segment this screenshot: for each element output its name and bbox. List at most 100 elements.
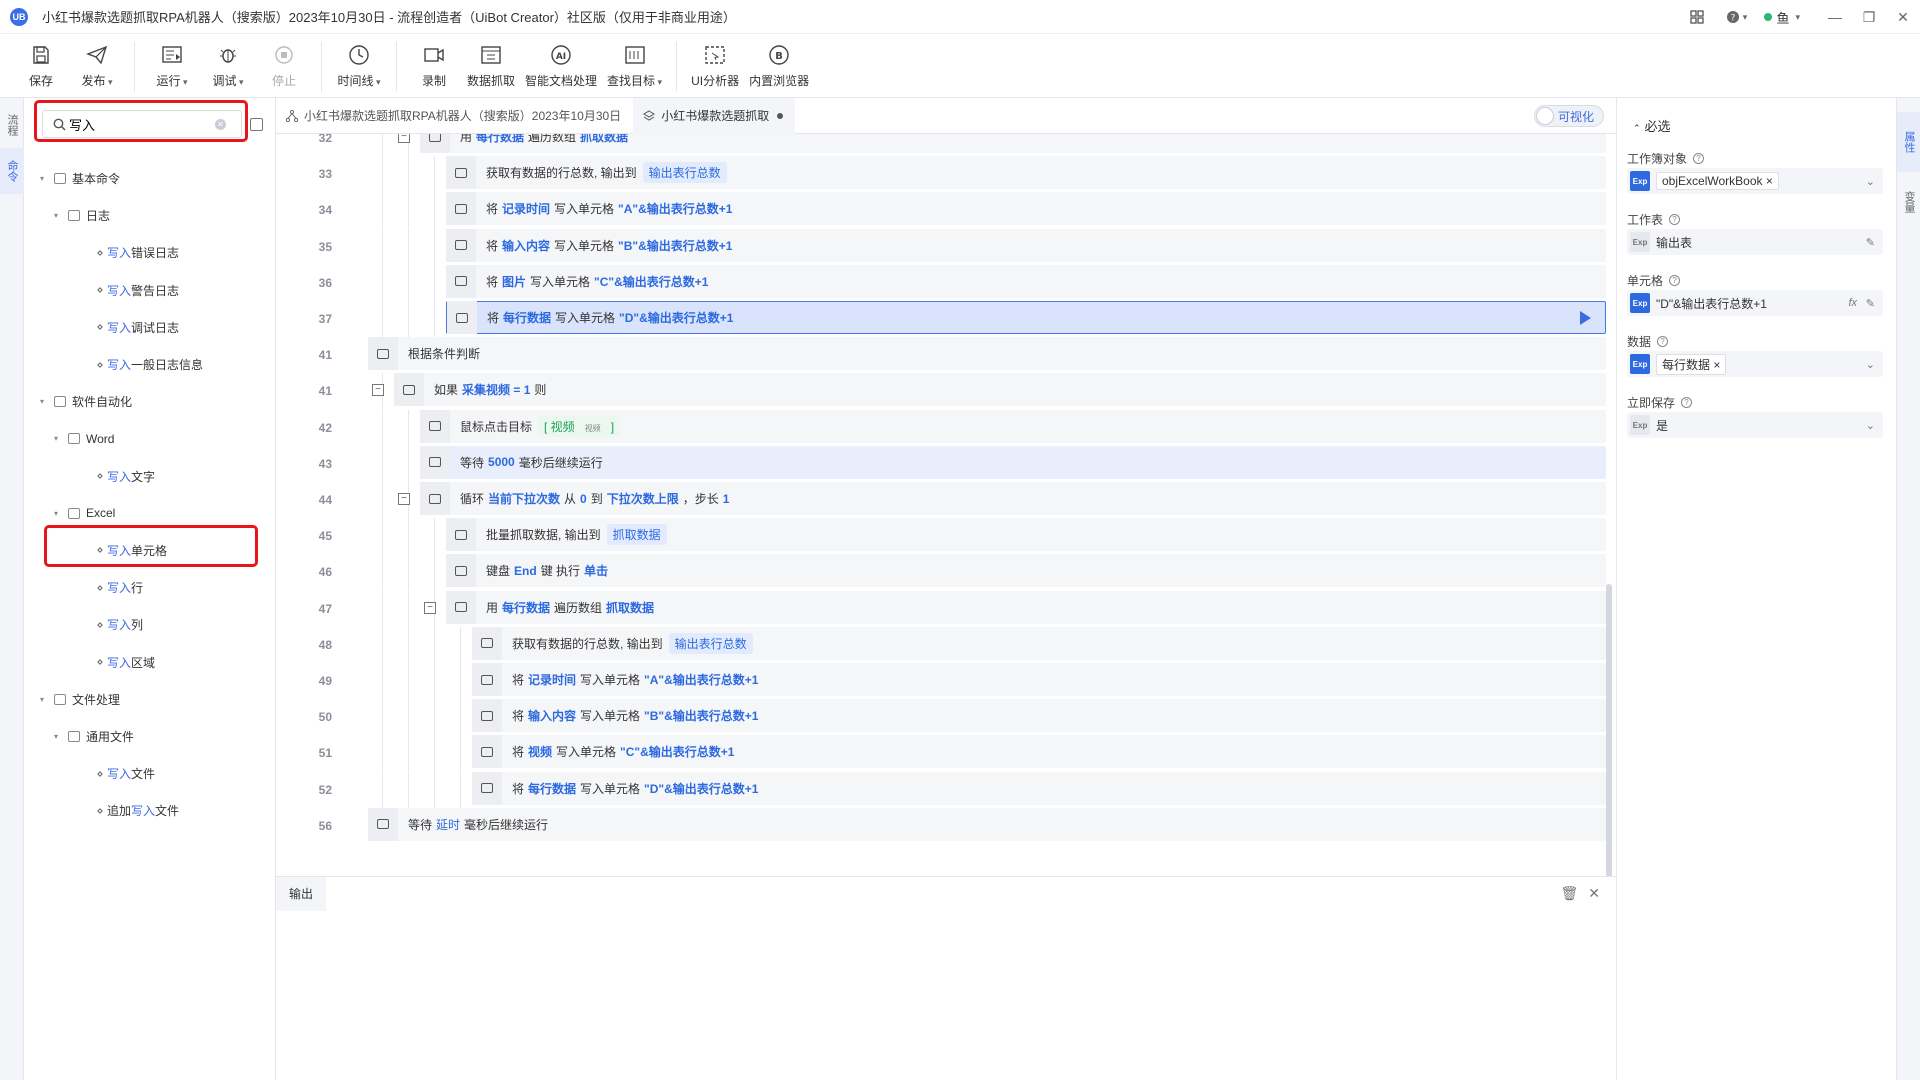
command-block[interactable]: 根据条件判断 — [368, 337, 1606, 371]
collapse-toggle-icon[interactable]: − — [398, 493, 410, 505]
help-icon[interactable]: ? ▾ — [1714, 0, 1758, 34]
tree-category[interactable]: ▾ 日志 — [24, 197, 276, 234]
toolbar-debug-button[interactable]: 调试 — [205, 34, 251, 89]
chevron-down-icon[interactable]: ⌄ — [1866, 175, 1875, 188]
rail-tab-flow[interactable]: 流程 — [0, 102, 24, 148]
expression-toggle[interactable]: Exp — [1630, 293, 1650, 313]
prop-field[interactable]: Exp 是 ⌄ — [1627, 412, 1883, 438]
formula-icon[interactable]: fx — [1848, 297, 1857, 309]
code-row[interactable]: 48 获取有数据的行总数, 输出到 输出表行总数 — [276, 626, 1606, 663]
tree-command-item[interactable]: 写入 调试日志 — [24, 309, 276, 346]
code-row[interactable]: 33 获取有数据的行总数, 输出到 输出表行总数 — [276, 156, 1606, 193]
apps-grid-icon[interactable] — [1680, 0, 1714, 34]
toolbar-record-button[interactable]: 录制 — [411, 34, 457, 89]
command-block[interactable]: 批量抓取数据, 输出到 抓取数据 — [446, 518, 1606, 552]
command-block[interactable]: 获取有数据的行总数, 输出到 输出表行总数 — [446, 156, 1606, 190]
code-row[interactable]: 47− 用每行数据 遍历数组 抓取数据 — [276, 590, 1606, 627]
help-icon[interactable]: ? — [1657, 336, 1669, 347]
tree-command-item[interactable]: 写入 警告日志 — [24, 272, 276, 309]
command-block[interactable]: 等待 5000 毫秒后继续运行 — [420, 445, 1606, 479]
code-row[interactable]: 43 等待 5000 毫秒后继续运行 — [276, 445, 1606, 482]
code-row[interactable]: 52 将每行数据 写入单元格 "D"&输出表行总数+1 — [276, 771, 1606, 808]
collapse-toggle-icon[interactable]: − — [398, 134, 410, 143]
chevron-down-icon[interactable]: ▾ — [54, 211, 64, 220]
command-block[interactable]: 鼠标点击目标 [ 视频 视频] — [420, 409, 1606, 443]
trash-icon[interactable]: 🗑 — [1560, 885, 1578, 902]
command-block[interactable]: 用每行数据 遍历数组 抓取数据 — [446, 590, 1606, 624]
code-row[interactable]: 50 将输入内容 写入单元格 "B"&输出表行总数+1 — [276, 699, 1606, 736]
command-block[interactable]: 等待 延时 毫秒后继续运行 — [368, 807, 1606, 841]
collapse-toggle-icon[interactable]: − — [424, 601, 436, 614]
code-row[interactable]: 45 批量抓取数据, 输出到 抓取数据 — [276, 518, 1606, 555]
toolbar-save-button[interactable]: 保存 — [18, 34, 64, 89]
command-block[interactable]: 循环 当前下拉次数从 0 到下拉次数上限 ，步长 1 — [420, 482, 1606, 515]
code-row[interactable]: 51 将视频 写入单元格 "C"&输出表行总数+1 — [276, 735, 1606, 772]
code-row[interactable]: 34 将记录时间 写入单元格 "A"&输出表行总数+1 — [276, 192, 1606, 229]
code-row[interactable]: 49 将记录时间 写入单元格 "A"&输出表行总数+1 — [276, 663, 1606, 699]
prop-field[interactable]: Exp "D"&输出表行总数+1 fx ✎ — [1627, 290, 1883, 316]
user-menu[interactable]: 鱼 ▾ — [1764, 8, 1800, 27]
toolbar-target-button[interactable]: 查找目标 — [607, 34, 662, 89]
code-row[interactable]: 42 鼠标点击目标 [ 视频 视频] — [276, 409, 1606, 446]
code-row[interactable]: 32 − 用每行数据 遍历数组 抓取数据 — [276, 134, 1606, 156]
tree-command-item[interactable]: 写入 错误日志 — [24, 234, 276, 271]
value-chip[interactable]: objExcelWorkBook × — [1656, 172, 1779, 190]
chevron-down-icon[interactable]: ▾ — [40, 695, 50, 704]
flow-code-editor[interactable]: 32− 用每行数据 遍历数组 抓取数据 33 获取有数据的行总数, 输出到 输出表行总数 34… — [276, 134, 1616, 874]
chevron-down-icon[interactable]: ▾ — [40, 174, 50, 183]
tab-scrape-flow[interactable]: 小红书爆款选题抓取 — [633, 97, 796, 134]
tree-command-item[interactable]: 写入 区域 — [24, 643, 276, 680]
command-block[interactable]: 将输入内容 写入单元格 "B"&输出表行总数+1 — [472, 699, 1606, 733]
tree-command-item[interactable]: 追加 写入 文件 — [24, 792, 276, 829]
edit-icon[interactable]: ✎ — [1866, 236, 1875, 249]
expression-toggle[interactable]: Exp — [1630, 171, 1650, 191]
tree-command-item[interactable]: 写入 文件 — [24, 755, 276, 792]
visualize-toggle[interactable]: 可视化 — [1534, 105, 1604, 127]
code-row[interactable]: 56 等待 延时 毫秒后继续运行 — [276, 807, 1606, 844]
command-block[interactable]: 将每行数据 写入单元格 "D"&输出表行总数+1 — [446, 301, 1606, 334]
toolbar-send-button[interactable]: 发布 — [74, 34, 120, 89]
tree-category[interactable]: ▾ Word — [24, 420, 276, 457]
chevron-down-icon[interactable]: ⌄ — [1866, 419, 1875, 432]
tree-command-item[interactable]: 写入行 — [24, 569, 276, 606]
chevron-down-icon[interactable]: ▾ — [40, 397, 50, 406]
toolbar-ai-doc-button[interactable]: AI 智能文档处理 — [525, 34, 597, 89]
prop-field[interactable]: Exp objExcelWorkBook × ⌄ — [1627, 168, 1883, 194]
chevron-down-icon[interactable]: ⌄ — [1866, 358, 1875, 371]
section-required[interactable]: ⌃ 必选 — [1633, 116, 1671, 135]
expression-toggle[interactable]: Exp — [1630, 415, 1650, 435]
code-row[interactable]: 41− 如果 采集视频 = 1则 — [276, 373, 1606, 410]
chevron-down-icon[interactable]: ▾ — [54, 732, 64, 741]
toolbar-browser-button[interactable]: B 内置浏览器 — [749, 34, 809, 89]
toolbar-scrape-button[interactable]: 数据抓取 — [467, 34, 515, 89]
code-row[interactable]: 44− 循环 当前下拉次数从 0 到下拉次数上限 ，步长 1 — [276, 482, 1606, 518]
edit-icon[interactable]: ✎ — [1866, 297, 1875, 310]
output-variable-tag[interactable]: 输出表行总数 — [668, 632, 753, 654]
output-variable-tag[interactable]: 抓取数据 — [606, 524, 667, 546]
close-icon[interactable]: ✕ — [1886, 0, 1920, 34]
filter-icon[interactable] — [250, 118, 263, 131]
target-tag[interactable]: [ 视频 视频] — [538, 415, 621, 437]
toolbar-clock-button[interactable]: 时间线 — [336, 34, 382, 89]
restore-icon[interactable]: ❐ — [1852, 0, 1886, 34]
prop-field[interactable]: Exp 输出表 ✎ — [1627, 229, 1883, 255]
run-line-icon[interactable] — [1580, 311, 1591, 325]
command-block[interactable]: 用每行数据 遍历数组 抓取数据 — [420, 134, 1606, 153]
output-variable-tag[interactable]: 输出表行总数 — [642, 162, 727, 184]
command-block[interactable]: 如果 采集视频 = 1则 — [394, 373, 1606, 407]
expression-toggle[interactable]: Exp — [1630, 354, 1650, 374]
code-row[interactable]: 37 将每行数据 写入单元格 "D"&输出表行总数+1 — [276, 301, 1606, 337]
command-block[interactable]: 将图片 写入单元格 "C"&输出表行总数+1 — [446, 264, 1606, 298]
tree-category[interactable]: ▾ 基本命令 — [24, 160, 276, 197]
rail-tab-properties[interactable]: 属性 — [1897, 112, 1920, 172]
tree-category[interactable]: ▾ 通用文件 — [24, 718, 276, 755]
chevron-down-icon[interactable]: ▾ — [54, 434, 64, 443]
toolbar-ui-analyzer-button[interactable]: UI分析器 — [691, 34, 739, 89]
tree-command-item[interactable]: 写入 文字 — [24, 458, 276, 495]
command-block[interactable]: 获取有数据的行总数, 输出到 输出表行总数 — [472, 626, 1606, 660]
output-tab[interactable]: 输出 — [276, 877, 326, 911]
rail-tab-variables[interactable]: 变量 — [1897, 172, 1920, 232]
help-icon[interactable]: ? — [1693, 153, 1705, 164]
code-row[interactable]: 35 将输入内容 写入单元格 "B"&输出表行总数+1 — [276, 228, 1606, 265]
expression-toggle[interactable]: Exp — [1630, 232, 1650, 252]
